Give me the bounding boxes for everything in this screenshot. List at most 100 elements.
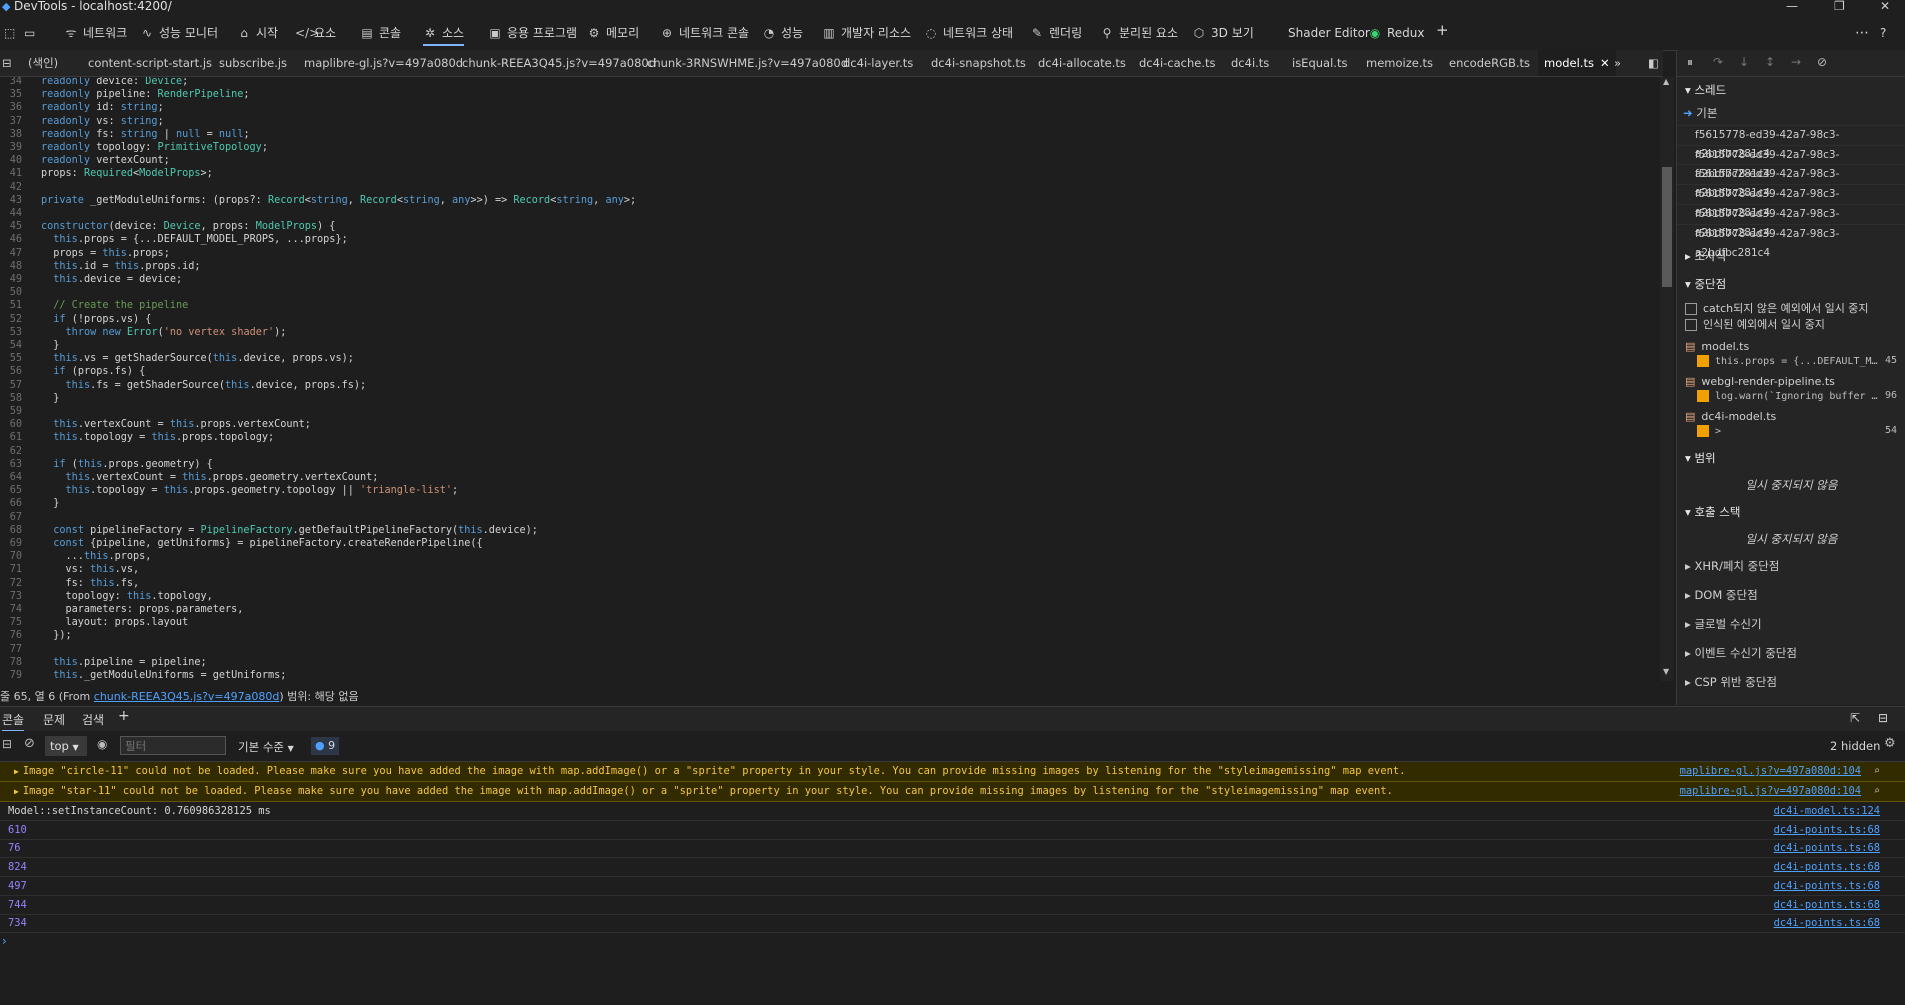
line-number[interactable]: 69 — [0, 538, 22, 549]
toggle-debugger-icon[interactable]: ◧ — [1648, 50, 1659, 76]
console-log[interactable]: 734 dc4i-points.ts:68 — [0, 914, 1905, 933]
console-log[interactable]: 824 dc4i-points.ts:68 — [0, 858, 1905, 877]
console-prompt-icon[interactable]: › — [2, 934, 7, 948]
console-log[interactable]: 744 dc4i-points.ts:68 — [0, 896, 1905, 915]
source-link[interactable]: dc4i-points.ts:68 — [1774, 821, 1880, 839]
breakpoint-checkbox[interactable] — [1697, 355, 1709, 367]
drawer-tab-0[interactable]: 콘솔 — [2, 711, 25, 732]
breakpoint-file[interactable]: ▤ dc4i-model.ts — [1685, 410, 1776, 423]
console-log[interactable]: 76 dc4i-points.ts:68 — [0, 839, 1905, 858]
line-number[interactable]: 78 — [0, 657, 22, 668]
pause-caught-checkbox[interactable]: 인식된 예외에서 일시 중지 — [1685, 316, 1825, 332]
file-tab-1[interactable]: content-script-start.js — [88, 50, 212, 76]
clear-console-icon[interactable]: ⊘ — [24, 736, 35, 751]
line-number[interactable]: 52 — [0, 314, 22, 325]
code-line[interactable]: constructor(device: Device, props: Model… — [41, 221, 335, 232]
file-tab-13[interactable]: encodeRGB.ts — [1449, 50, 1530, 76]
code-line[interactable]: readonly device: Device; — [41, 77, 188, 87]
toolbar-item-7[interactable]: ⚙ 메모리 — [587, 24, 640, 42]
thread-item[interactable]: f5615778-ed39-42a7-98c3-a2bdfbc281c4 — [1677, 164, 1905, 199]
thread-item[interactable]: f5615778-ed39-42a7-98c3-a2bdfbc281c4 — [1677, 184, 1905, 219]
code-line[interactable]: readonly vertexCount; — [41, 155, 170, 166]
toolbar-item-9[interactable]: ◔ 성능 — [762, 24, 803, 42]
line-number[interactable]: 65 — [0, 485, 22, 496]
breakpoint-entry[interactable]: log.warn(`Ignoring buffer … 96 — [1697, 390, 1897, 402]
close-window-icon[interactable]: ✕ — [1880, 0, 1890, 13]
breakpoint-checkbox[interactable] — [1697, 425, 1709, 437]
line-number[interactable]: 49 — [0, 274, 22, 285]
code-line[interactable]: this.topology = this.props.topology; — [41, 432, 274, 443]
eye-icon[interactable]: ◉ — [97, 737, 107, 751]
code-line[interactable]: } — [41, 393, 59, 404]
global-listeners-header[interactable]: ▸ 글로벌 수신기 — [1685, 616, 1762, 632]
code-line[interactable]: fs: this.fs, — [41, 578, 140, 589]
line-number[interactable]: 59 — [0, 406, 22, 417]
console-log[interactable]: 497 dc4i-points.ts:68 — [0, 877, 1905, 896]
source-link[interactable]: dc4i-points.ts:68 — [1774, 839, 1880, 857]
editor-scrollbar[interactable]: ▲ ▼ — [1660, 77, 1674, 681]
line-number[interactable]: 38 — [0, 129, 22, 140]
toolbar-item-16[interactable]: ◉ Redux — [1368, 24, 1425, 42]
code-line[interactable]: this.vertexCount = this.props.vertexCoun… — [41, 419, 311, 430]
file-tab-2[interactable]: subscribe.js — [219, 50, 287, 76]
line-number[interactable]: 79 — [0, 670, 22, 681]
line-number[interactable]: 76 — [0, 630, 22, 641]
line-number[interactable]: 51 — [0, 300, 22, 311]
csp-breakpoints-header[interactable]: ▸ CSP 위반 중단점 — [1685, 674, 1777, 690]
source-link[interactable]: dc4i-points.ts:68 — [1774, 858, 1880, 876]
code-line[interactable]: this.id = this.props.id; — [41, 261, 200, 272]
breakpoints-section-header[interactable]: ▾ 중단점 — [1685, 276, 1726, 292]
scroll-up-icon[interactable]: ▲ — [1663, 77, 1669, 86]
code-line[interactable]: }); — [41, 630, 71, 641]
code-line[interactable]: vs: this.vs, — [41, 564, 140, 575]
expand-arrow-icon[interactable]: ▶ — [14, 767, 19, 776]
console-warning[interactable]: ▶ Image "circle-11" could not be loaded. … — [0, 762, 1905, 782]
line-number[interactable]: 75 — [0, 617, 22, 628]
toolbar-item-13[interactable]: ⚲ 분리된 요소 — [1100, 24, 1178, 42]
code-line[interactable]: // Create the pipeline — [41, 300, 188, 311]
line-number[interactable]: 60 — [0, 419, 22, 430]
toolbar-item-8[interactable]: ⊕ 네트워크 콘솔 — [660, 24, 749, 42]
breakpoint-file[interactable]: ▤ model.ts — [1685, 340, 1749, 353]
code-line[interactable]: if (!props.vs) { — [41, 314, 151, 325]
line-number[interactable]: 66 — [0, 498, 22, 509]
code-line[interactable]: topology: this.topology, — [41, 591, 213, 602]
source-link[interactable]: dc4i-points.ts:68 — [1774, 896, 1880, 914]
line-number[interactable]: 77 — [0, 644, 22, 655]
breakpoint-entry[interactable]: this.props = {...DEFAULT_M… 45 — [1697, 355, 1897, 367]
line-number[interactable]: 34 — [0, 77, 22, 87]
toolbar-item-0[interactable]: ᯤ 네트워크 — [64, 24, 128, 42]
thread-main[interactable]: ➜ 기본 — [1683, 105, 1717, 121]
file-tab-12[interactable]: memoize.ts — [1366, 50, 1433, 76]
line-number[interactable]: 70 — [0, 551, 22, 562]
breakpoint-entry[interactable]: >54 — [1697, 425, 1897, 437]
drawer-tab-1[interactable]: 문제 — [43, 711, 65, 728]
file-tab-14[interactable]: model.ts ✕ — [1538, 50, 1616, 76]
line-number[interactable]: 74 — [0, 604, 22, 615]
scope-section-header[interactable]: ▾ 범위 — [1685, 450, 1716, 466]
code-line[interactable]: this.device = device; — [41, 274, 182, 285]
code-line[interactable]: this.vertexCount = this.props.geometry.v… — [41, 472, 379, 483]
line-number[interactable]: 35 — [0, 89, 22, 100]
step-into-icon[interactable]: ↓ — [1739, 55, 1749, 69]
toolbar-item-4[interactable]: ▤ 콘솔 — [360, 24, 401, 42]
toolbar-item-14[interactable]: ⬡ 3D 보기 — [1192, 24, 1254, 42]
line-number[interactable]: 53 — [0, 327, 22, 338]
code-line[interactable]: private _getModuleUniforms: (props?: Rec… — [41, 195, 636, 206]
toolbar-item-10[interactable]: ▥ 개발자 리소스 — [822, 24, 911, 42]
dock-icon[interactable]: ⇱ — [1850, 711, 1860, 725]
code-line[interactable]: readonly vs: string; — [41, 116, 164, 127]
inspect-element-icon[interactable]: ⬚ — [4, 24, 15, 42]
search-icon[interactable]: ⌕ — [1874, 782, 1880, 801]
watch-section-header[interactable]: ▸ 조사식 — [1685, 248, 1726, 264]
step-icon[interactable]: → — [1791, 55, 1801, 69]
dom-breakpoints-header[interactable]: ▸ DOM 중단점 — [1685, 587, 1758, 603]
issues-badge[interactable]: ● 9 — [311, 737, 340, 755]
source-map-link[interactable]: chunk-REEA3Q45.js?v=497a080d — [94, 690, 280, 703]
navigator-toggle-icon[interactable]: ⊟ — [2, 50, 12, 76]
console-log[interactable]: Model::setInstanceCount: 0.760986328125 … — [0, 802, 1905, 821]
step-out-icon[interactable]: ↕ — [1765, 55, 1775, 69]
source-link[interactable]: dc4i-model.ts:124 — [1774, 802, 1880, 820]
drawer-tab-2[interactable]: 검색 — [82, 711, 104, 728]
console-log[interactable]: 610 dc4i-points.ts:68 — [0, 821, 1905, 840]
